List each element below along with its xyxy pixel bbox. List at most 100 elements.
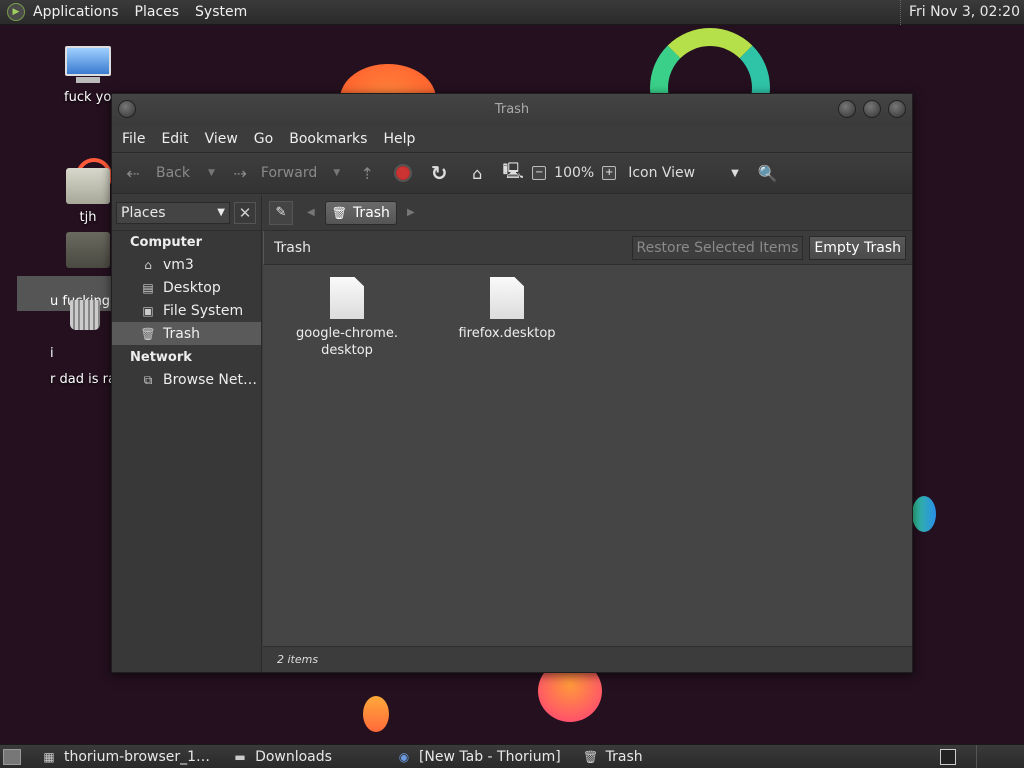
workspace-switcher-icon[interactable] (940, 749, 956, 765)
view-mode-select[interactable]: Icon View ▼ (624, 157, 743, 189)
sidebar-type-select[interactable]: Places ▼ (116, 201, 230, 224)
back-dropdown-icon[interactable]: ▼ (208, 168, 215, 178)
bottom-taskbar: ▦ thorium-browser_1… ▬ Downloads ◉ [New … (0, 744, 1024, 768)
sidebar-item-label: vm3 (163, 256, 194, 273)
package-icon: ▦ (43, 749, 55, 764)
pencil-icon: ✎ (275, 205, 287, 220)
chevron-down-icon: ▼ (217, 207, 225, 218)
sidebar-item-label: Trash (163, 325, 200, 342)
network-icon: ⧉ (143, 372, 153, 387)
task-thorium-installer[interactable]: ▦ thorium-browser_1… (35, 745, 216, 768)
sidebar-type-value: Places (121, 204, 166, 221)
system-menu[interactable]: System (187, 4, 255, 20)
browser-icon: ◉ (398, 749, 410, 764)
restore-selected-label: Restore Selected Items (636, 239, 799, 256)
item-count: 2 items (277, 653, 319, 666)
zoom-out-icon: − (532, 166, 547, 180)
menu-file[interactable]: File (114, 131, 153, 147)
restore-selected-button[interactable]: Restore Selected Items (631, 235, 804, 260)
sidebar-item-trash[interactable]: 🗑 Trash (112, 322, 261, 345)
home-icon: ⌂ (144, 257, 152, 272)
task-thorium-browser[interactable]: ◉ [New Tab - Thorium] (390, 745, 567, 768)
search-button[interactable]: 🔍 (753, 157, 783, 189)
desktop-icon-label: tjh (79, 210, 97, 225)
forward-arrow-icon: ⇢ (233, 163, 247, 183)
task-label: [New Tab - Thorium] (418, 748, 561, 765)
reload-button[interactable]: ↻ (424, 157, 454, 189)
desktop-icon-home[interactable] (62, 232, 114, 268)
main-pane: ✎ ◀ 🗑 Trash ▶ Trash Restore Selected Ite… (263, 195, 912, 672)
menu-help[interactable]: Help (375, 131, 423, 147)
sidebar-header: Places ▼ ✕ (112, 195, 261, 231)
workspace-switcher[interactable] (976, 745, 1024, 768)
folder-icon: ▬ (234, 749, 246, 764)
wallpaper-shape (912, 496, 936, 532)
task-trash[interactable]: 🗑 Trash (577, 745, 649, 768)
zoom-in-button[interactable]: + (598, 157, 620, 189)
minimize-button[interactable] (838, 100, 856, 118)
document-icon (490, 277, 524, 319)
back-button[interactable]: ⇠ Back ▼ (118, 157, 219, 189)
trash-icon: 🗑 (140, 326, 156, 341)
sidebar-item-file-system[interactable]: ▣ File System (112, 299, 261, 322)
empty-trash-label: Empty Trash (814, 239, 901, 256)
menu-go[interactable]: Go (246, 131, 281, 147)
forward-label: Forward (260, 165, 318, 181)
menu-view[interactable]: View (197, 131, 246, 147)
top-panel: ▶ Applications Places System Fri Nov 3, … (0, 0, 1024, 25)
close-icon: ✕ (238, 203, 252, 222)
forward-button[interactable]: ⇢ Forward ▼ (225, 157, 344, 189)
zoom-value: 100% (554, 165, 595, 181)
places-menu[interactable]: Places (127, 4, 188, 20)
sidebar-item-browse-network[interactable]: ⧉ Browse Net… (112, 368, 261, 391)
body-area: Places ▼ ✕ Computer ⌂ vm3 ▤ Desktop ▣ Fi… (112, 195, 912, 672)
top-menu: Applications Places System (25, 0, 255, 25)
back-label: Back (156, 165, 190, 181)
location-edit-button[interactable]: ✎ (269, 200, 293, 225)
task-downloads[interactable]: ▬ Downloads (226, 745, 338, 768)
zoom-level: 100% (550, 157, 598, 189)
desktop-icon: ▤ (142, 280, 154, 295)
zoom-out-button[interactable]: − (528, 157, 550, 189)
empty-trash-button[interactable]: Empty Trash (809, 235, 906, 260)
clock[interactable]: Fri Nov 3, 02:20 (899, 0, 1020, 25)
computer-button[interactable]: 🖳 (498, 157, 528, 189)
applications-logo-icon[interactable]: ▶ (7, 3, 25, 21)
close-sidebar-button[interactable]: ✕ (234, 201, 256, 224)
file-item[interactable]: firefox.desktop (447, 277, 567, 342)
menu-edit[interactable]: Edit (153, 131, 196, 147)
up-button[interactable]: ⇡ (352, 157, 382, 189)
maximize-button[interactable] (863, 100, 881, 118)
trash-info-bar: Trash Restore Selected Items Empty Trash (263, 231, 912, 265)
home-folder-icon (66, 232, 110, 268)
home-folder-icon: ⌂ (472, 163, 483, 183)
zoom-in-icon: + (602, 166, 617, 180)
desktop-icon-folder[interactable]: tjh (62, 168, 114, 225)
status-bar: 2 items (263, 646, 912, 672)
home-button[interactable]: ⌂ (462, 157, 492, 189)
trash-icon (70, 300, 100, 330)
task-label: thorium-browser_1… (64, 748, 211, 765)
toolbar: ⇠ Back ▼ ⇢ Forward ▼ ⇡ ↻ ⌂ 🖳 − 100% + Ic… (112, 152, 912, 194)
applications-menu[interactable]: Applications (25, 4, 127, 20)
sidebar-item-desktop[interactable]: ▤ Desktop (112, 276, 261, 299)
stop-button[interactable] (390, 157, 416, 189)
folder-icon (66, 168, 110, 204)
sidebar-section-network: Network (130, 350, 192, 365)
path-crumb-trash[interactable]: 🗑 Trash (324, 200, 397, 225)
sidebar-item-label: File System (163, 302, 244, 319)
computer-icon (65, 46, 111, 84)
forward-dropdown-icon[interactable]: ▼ (333, 168, 340, 178)
path-left-arrow-icon[interactable]: ◀ (307, 207, 315, 218)
menu-bookmarks[interactable]: Bookmarks (281, 131, 375, 147)
file-item[interactable]: google-chrome. desktop (287, 277, 407, 359)
file-name: google-chrome. desktop (296, 326, 398, 358)
sidebar: Places ▼ ✕ Computer ⌂ vm3 ▤ Desktop ▣ Fi… (112, 195, 262, 672)
search-icon: 🔍 (757, 163, 778, 183)
file-grid: google-chrome. desktop firefox.desktop (263, 265, 912, 646)
close-button[interactable] (888, 100, 906, 118)
sidebar-item-vm3[interactable]: ⌂ vm3 (112, 253, 261, 276)
show-desktop-button[interactable] (3, 748, 21, 765)
path-right-arrow-icon[interactable]: ▶ (407, 207, 415, 218)
window-titlebar[interactable]: Trash (112, 94, 912, 126)
